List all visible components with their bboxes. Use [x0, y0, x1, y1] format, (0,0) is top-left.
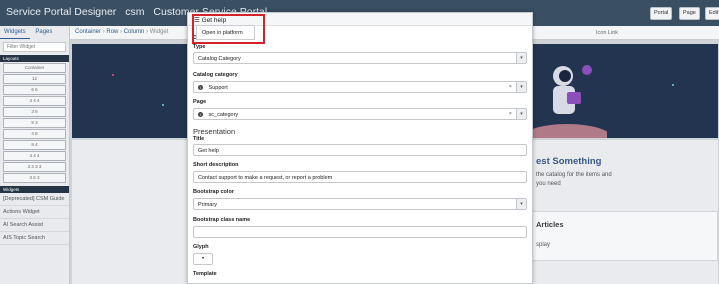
layout-row[interactable]: 12: [3, 74, 66, 84]
glyph-label: Glyph: [193, 244, 209, 250]
clear-icon[interactable]: ×: [509, 84, 512, 90]
glyph-picker-button[interactable]: •: [193, 253, 213, 265]
articles-card: [532, 211, 718, 261]
articles-title: Articles: [536, 220, 564, 229]
presentation-heading: Presentation: [193, 127, 236, 136]
catalog-category-label: Catalog category: [193, 72, 238, 78]
bootstrap-class-label: Bootstrap class name: [193, 217, 251, 223]
edit-button[interactable]: Edit: [705, 7, 719, 20]
star-decoration: [112, 74, 114, 76]
portal-name[interactable]: csm: [125, 6, 144, 18]
widget-list-item[interactable]: Actions Widget: [0, 206, 69, 219]
layout-row[interactable]: 4 4 4: [3, 96, 66, 106]
catalog-category-value: Support: [208, 85, 228, 91]
page-value: sc_category: [208, 112, 239, 118]
info-icon[interactable]: i: [198, 85, 203, 91]
template-label: Template: [193, 271, 217, 277]
widget-sidebar: Widgets Pages Filter Widget Layouts Cont…: [0, 26, 70, 284]
star-decoration: [162, 104, 164, 106]
tab-widgets[interactable]: Widgets: [0, 26, 30, 39]
short-description-label: Short description: [193, 162, 239, 168]
widget-list-item[interactable]: [Deprecated] CSM Guide: [0, 193, 69, 206]
star-decoration: [672, 84, 674, 86]
filter-widget-input[interactable]: Filter Widget: [3, 42, 66, 52]
widget-list-item[interactable]: AIS Topic Search: [0, 232, 69, 245]
layout-row[interactable]: 3 3 3 3: [3, 162, 66, 172]
layout-row[interactable]: 4 4 4: [3, 151, 66, 161]
icon-link-label: Icon Link: [596, 30, 619, 36]
portal-button[interactable]: Portal: [650, 7, 673, 20]
breadcrumb-row[interactable]: Row: [106, 29, 118, 35]
headline: est Something: [536, 156, 602, 167]
breadcrumb-column[interactable]: Column: [124, 29, 145, 35]
layout-row[interactable]: 6 6: [3, 85, 66, 95]
type-select[interactable]: Catalog Category ▾: [193, 52, 527, 64]
chevron-down-icon[interactable]: ▾: [516, 199, 526, 209]
page-button[interactable]: Page: [679, 7, 700, 20]
chevron-down-icon[interactable]: ▾: [516, 82, 526, 92]
chevron-down-icon[interactable]: ▾: [516, 53, 526, 63]
type-label: Type: [193, 44, 206, 50]
catalog-category-select[interactable]: i Support × ▾: [193, 81, 527, 93]
breadcrumb-container[interactable]: Container: [75, 29, 101, 35]
articles-subtext: splay: [536, 242, 551, 248]
page-select[interactable]: i sc_category × ▾: [193, 108, 527, 120]
widgets-header: Widgets: [0, 186, 69, 193]
headline-line-1: the catalog for the items and: [536, 172, 612, 178]
headline-line-2: you need: [536, 181, 561, 187]
sidebar-tabs: Widgets Pages: [0, 26, 69, 39]
bootstrap-color-value: Primary: [198, 202, 217, 208]
layout-row[interactable]: 9 3: [3, 118, 66, 128]
info-icon[interactable]: i: [198, 112, 203, 118]
layouts-header: Layouts: [0, 55, 69, 62]
type-value: Catalog Category: [198, 56, 241, 62]
layout-row[interactable]: 3 9: [3, 107, 66, 117]
layout-container[interactable]: Container: [3, 63, 66, 73]
app-name: Service Portal Designer: [6, 6, 117, 18]
layout-row[interactable]: 3 6 3: [3, 173, 66, 183]
astronaut-illustration: [527, 65, 607, 138]
page-label: Page: [193, 99, 207, 105]
layout-row[interactable]: 4 8: [3, 129, 66, 139]
tab-pages[interactable]: Pages: [31, 26, 56, 38]
short-description-input[interactable]: Contact support to make a request, or re…: [193, 171, 527, 183]
widget-list-item[interactable]: AI Search Assist: [0, 219, 69, 232]
highlight-box: [192, 14, 265, 44]
layout-row[interactable]: 8 4: [3, 140, 66, 150]
bootstrap-color-label: Bootstrap color: [193, 189, 234, 195]
clear-icon[interactable]: ×: [509, 111, 512, 117]
breadcrumb-widget: Widget: [149, 29, 169, 35]
title-input[interactable]: Get help: [193, 144, 527, 156]
bootstrap-class-input[interactable]: [193, 226, 527, 238]
chevron-down-icon[interactable]: ▾: [516, 109, 526, 119]
title-label: Title: [193, 136, 205, 142]
bootstrap-color-select[interactable]: Primary ▾: [193, 198, 527, 210]
